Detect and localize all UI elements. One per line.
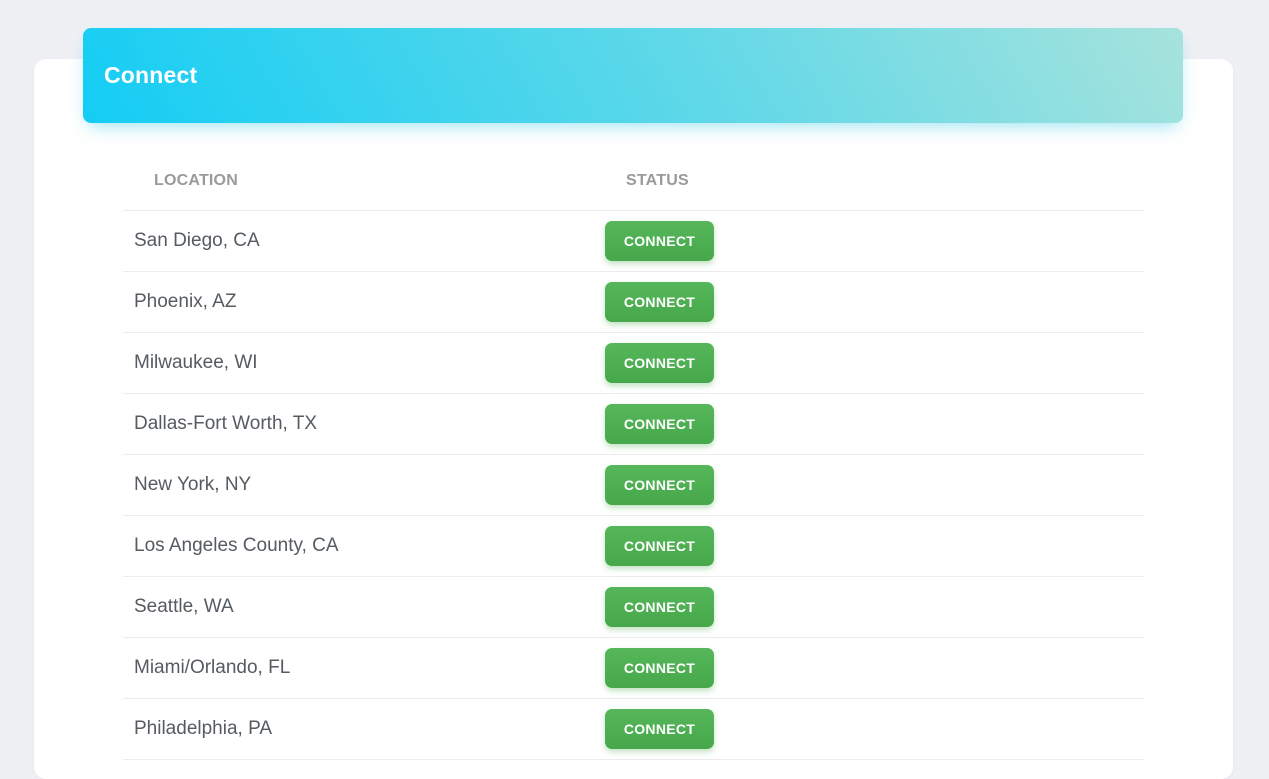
connect-button[interactable]: CONNECT [605,221,714,261]
connect-button[interactable]: CONNECT [605,526,714,566]
table-row: Seattle, WA CONNECT [123,577,1144,638]
location-cell: Milwaukee, WI [134,352,258,373]
location-cell: Phoenix, AZ [134,291,237,312]
connect-button[interactable]: CONNECT [605,648,714,688]
table-row: Philadelphia, PA CONNECT [123,699,1144,760]
table-row: Dallas-Fort Worth, TX CONNECT [123,394,1144,455]
card-header: Connect [83,28,1183,123]
table-row: Los Angeles County, CA CONNECT [123,516,1144,577]
table-row: New York, NY CONNECT [123,455,1144,516]
location-cell: Philadelphia, PA [134,718,273,739]
table-row: Phoenix, AZ CONNECT [123,272,1144,333]
location-cell: San Diego, CA [134,230,260,251]
card-title: Connect [104,61,198,88]
location-cell: New York, NY [134,474,252,495]
column-header-status: STATUS [626,171,689,189]
column-header-location: LOCATION [154,171,238,189]
connect-button[interactable]: CONNECT [605,343,714,383]
connect-button[interactable]: CONNECT [605,587,714,627]
table-header-row: LOCATION STATUS [123,151,1144,211]
location-cell: Dallas-Fort Worth, TX [134,413,318,434]
connect-button[interactable]: CONNECT [605,282,714,322]
table-row: San Diego, CA CONNECT [123,211,1144,272]
connect-button[interactable]: CONNECT [605,404,714,444]
connect-button[interactable]: CONNECT [605,709,714,749]
location-cell: Los Angeles County, CA [134,535,339,556]
location-cell: Miami/Orlando, FL [134,657,291,678]
locations-table: LOCATION STATUS San Diego, CA CONNECT Ph… [123,151,1144,760]
table-row: Miami/Orlando, FL CONNECT [123,638,1144,699]
location-cell: Seattle, WA [134,596,234,617]
connect-button[interactable]: CONNECT [605,465,714,505]
table-row: Milwaukee, WI CONNECT [123,333,1144,394]
